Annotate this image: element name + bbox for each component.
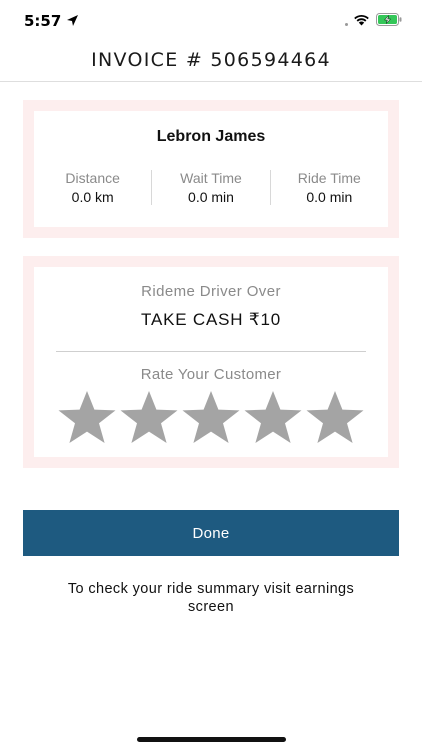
ride-summary-card: Lebron James Distance 0.0 km Wait Time 0… <box>23 100 399 238</box>
battery-charging-icon <box>376 13 402 26</box>
ride-summary-card-body: Lebron James Distance 0.0 km Wait Time 0… <box>34 111 388 227</box>
wifi-icon <box>354 14 369 26</box>
rate-customer-label: Rate Your Customer <box>140 366 282 383</box>
star-icon-2[interactable] <box>119 390 179 444</box>
rider-name: Lebron James <box>156 128 266 145</box>
stat-value: 0.0 min <box>188 189 234 205</box>
take-cash-label: TAKE CASH ₹10 <box>141 310 281 329</box>
star-icon-3[interactable] <box>181 390 241 444</box>
star-icon-5[interactable] <box>305 390 365 444</box>
ride-stats: Distance 0.0 km Wait Time 0.0 min Ride T… <box>34 170 388 205</box>
stat-value: 0.0 min <box>306 189 353 205</box>
star-icon-4[interactable] <box>243 390 303 444</box>
stat-label: Wait Time <box>180 170 242 186</box>
stat-distance: Distance 0.0 km <box>34 170 151 205</box>
done-button[interactable]: Done <box>23 510 399 556</box>
payment-rating-card: Rideme Driver Over TAKE CASH ₹10 Rate Yo… <box>23 256 399 468</box>
signal-dot-icon <box>345 23 348 26</box>
status-time: 5:57 <box>24 12 62 30</box>
home-indicator <box>137 737 286 742</box>
divider <box>56 351 366 352</box>
ride-summary-hint: To check your ride summary visit earning… <box>67 581 355 615</box>
stat-wait-time: Wait Time 0.0 min <box>151 170 269 205</box>
stat-label: Distance <box>65 170 120 186</box>
invoice-header: INVOICE # 506594464 <box>0 40 422 82</box>
payment-rating-card-body: Rideme Driver Over TAKE CASH ₹10 Rate Yo… <box>34 267 388 457</box>
star-icon-1[interactable] <box>57 390 117 444</box>
location-arrow-icon <box>67 15 78 26</box>
stat-label: Ride Time <box>297 170 361 186</box>
driver-over-label: Rideme Driver Over <box>141 283 281 300</box>
stat-ride-time: Ride Time 0.0 min <box>269 170 388 205</box>
stat-value: 0.0 km <box>71 189 114 205</box>
status-bar: 5:57 <box>0 0 422 40</box>
star-rating <box>34 390 388 444</box>
page-title: INVOICE # 506594464 <box>91 49 331 71</box>
